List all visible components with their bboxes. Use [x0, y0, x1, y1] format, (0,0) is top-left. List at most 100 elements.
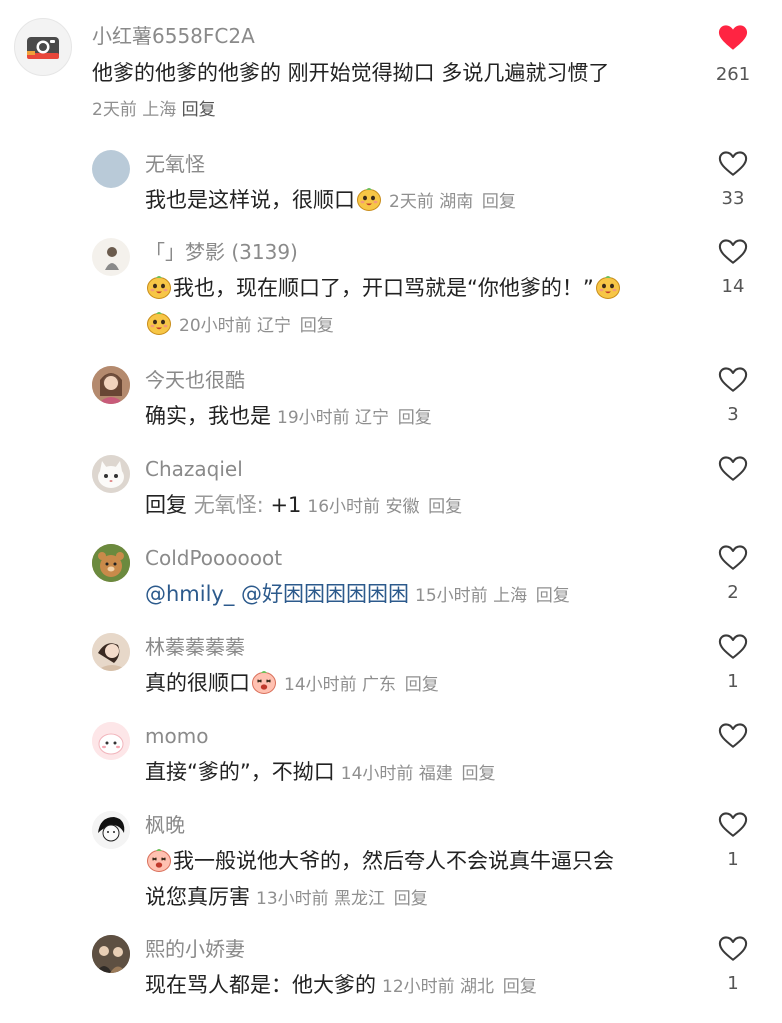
username[interactable]: momo	[145, 723, 208, 749]
reply-button[interactable]: 回复	[462, 764, 496, 784]
like-count: 1	[727, 849, 739, 870]
avatar[interactable]	[92, 150, 130, 188]
like-count: 261	[715, 64, 751, 85]
avatar[interactable]	[14, 18, 72, 76]
emoji-icon	[595, 274, 621, 300]
comment-text-content: 我也，现在顺口了，开口骂就是“你他爹的！”	[173, 276, 594, 300]
comment-text: 他爹的他爹的他爹的 刚开始觉得拗口 多说几遍就习惯了	[92, 61, 610, 85]
heart-icon[interactable]	[718, 24, 748, 51]
username[interactable]: ColdPoooooot	[145, 545, 282, 571]
like-count: 1	[727, 973, 739, 994]
emoji-icon	[146, 310, 172, 336]
list-item: momo 直接“爹的”，不拗口 14小时前 福建 回复	[0, 718, 782, 798]
comment-text: @hmily_ @好困困困困困困 15小时前 上海 回复	[145, 576, 685, 614]
username[interactable]: 无氧怪	[145, 151, 205, 177]
timestamp-location: 13小时前 黑龙江	[256, 889, 386, 909]
username[interactable]: 「」梦影 (3139)	[145, 239, 298, 265]
reply-button[interactable]: 回复	[482, 192, 516, 212]
avatar-figure-icon	[105, 247, 119, 270]
timestamp-location: 16小时前 安徽	[307, 497, 420, 517]
avatar[interactable]	[92, 544, 130, 582]
heart-icon[interactable]	[718, 633, 748, 660]
heart-icon[interactable]	[718, 238, 748, 265]
list-item: Chazaqiel 回复 无氧怪: +1 16小时前 安徽 回复	[0, 451, 782, 531]
avatar-portrait-icon	[92, 633, 130, 671]
avatar[interactable]	[92, 633, 130, 671]
avatar[interactable]	[92, 935, 130, 973]
username[interactable]: 熙的小娇妻	[145, 936, 245, 962]
like-count: 3	[727, 404, 739, 425]
timestamp-location: 2天前 湖南	[389, 192, 474, 212]
timestamp-location: 15小时前 上海	[415, 586, 528, 606]
reply-button[interactable]: 回复	[300, 316, 334, 336]
list-item: ColdPoooooot @hmily_ @好困困困困困困 15小时前 上海 回复…	[0, 540, 782, 620]
comment-text-content: +1	[270, 493, 302, 517]
list-item: 林蓁蓁蓁蓁 真的很顺口 14小时前 广东 回复 1	[0, 629, 782, 709]
heart-icon[interactable]	[718, 811, 748, 838]
sketch-avatar-icon	[92, 811, 130, 849]
reply-button[interactable]: 回复	[428, 497, 462, 517]
comment-meta: 2天前 上海 回复	[92, 97, 216, 123]
heart-icon[interactable]	[718, 722, 748, 749]
username[interactable]: 林蓁蓁蓁蓁	[145, 634, 245, 660]
comment-text: 真的很顺口 14小时前 广东 回复	[145, 665, 685, 703]
list-item: 「」梦影 (3139) 我也，现在顺口了，开口骂就是“你他爹的！” 20小时前 …	[0, 234, 782, 346]
username[interactable]: 今天也很酷	[145, 367, 245, 393]
comment-text-content: 直接“爹的”，不拗口	[145, 760, 335, 784]
comment-text-content: 确实，我也是	[145, 404, 271, 428]
like-count: 2	[727, 582, 739, 603]
reply-target[interactable]: 无氧怪:	[194, 493, 264, 517]
reply-button[interactable]: 回复	[182, 100, 216, 120]
heart-icon[interactable]	[718, 150, 748, 177]
timestamp-location: 19小时前 辽宁	[277, 408, 390, 428]
avatar[interactable]	[92, 455, 130, 493]
comment-text: 确实，我也是 19小时前 辽宁 回复	[145, 398, 685, 436]
like-count: 33	[721, 188, 745, 209]
heart-icon[interactable]	[718, 544, 748, 571]
cat-avatar-icon	[92, 455, 130, 493]
comment-text-content: 真的很顺口	[145, 671, 250, 695]
list-item: 枫晚 我一般说他大爷的，然后夸人不会说真牛逼只会 说您真厉害 13小时前 黑龙江 …	[0, 807, 782, 922]
emoji-icon	[251, 669, 277, 695]
reply-button[interactable]: 回复	[398, 408, 432, 428]
username[interactable]: Chazaqiel	[145, 456, 243, 482]
group-photo-avatar-icon	[92, 935, 130, 973]
emoji-icon	[146, 274, 172, 300]
comment-text: 现在骂人都是：他大爹的 12小时前 湖北 回复	[145, 967, 685, 1005]
comment-text: 我一般说他大爷的，然后夸人不会说真牛逼只会 说您真厉害 13小时前 黑龙江 回复	[145, 843, 705, 917]
comment-text: 回复 无氧怪: +1 16小时前 安徽 回复	[145, 487, 685, 525]
emoji-icon	[146, 847, 172, 873]
like-count: 14	[721, 276, 745, 297]
avatar[interactable]	[92, 722, 130, 760]
list-item: 熙的小娇妻 现在骂人都是：他大爹的 12小时前 湖北 回复 1	[0, 931, 782, 1011]
main-comment: 小红薯6558FC2A 他爹的他爹的他爹的 刚开始觉得拗口 多说几遍就习惯了 2…	[0, 0, 782, 132]
like-count: 1	[727, 671, 739, 692]
comment-text: 我也，现在顺口了，开口骂就是“你他爹的！” 20小时前 辽宁 回复	[145, 270, 705, 344]
comment-text-content: 现在骂人都是：他大爹的	[145, 973, 376, 997]
comment-text: 直接“爹的”，不拗口 14小时前 福建 回复	[145, 754, 685, 792]
list-item: 今天也很酷 确实，我也是 19小时前 辽宁 回复 3	[0, 362, 782, 442]
avatar[interactable]	[92, 238, 130, 276]
reply-prefix: 回复	[145, 493, 187, 517]
timestamp-location: 14小时前 福建	[340, 764, 453, 784]
reply-button[interactable]: 回复	[394, 889, 428, 909]
timestamp-location: 14小时前 广东	[284, 675, 397, 695]
comment-text-content: 我也是这样说，很顺口	[145, 188, 355, 212]
reply-button[interactable]: 回复	[536, 586, 570, 606]
heart-icon[interactable]	[718, 935, 748, 962]
username[interactable]: 小红薯6558FC2A	[92, 23, 255, 49]
username[interactable]: 枫晚	[145, 812, 185, 838]
mention-link[interactable]: @hmily_ @好困困困困困困	[145, 582, 409, 606]
avatar[interactable]	[92, 366, 130, 404]
avatar[interactable]	[92, 811, 130, 849]
comment-text-content: 我一般说他大爷的，然后夸人不会说真牛逼只会	[173, 849, 614, 873]
reply-button[interactable]: 回复	[503, 977, 537, 997]
timestamp-location: 12小时前 湖北	[382, 977, 495, 997]
pink-character-avatar-icon	[92, 722, 130, 760]
heart-icon[interactable]	[718, 366, 748, 393]
heart-icon[interactable]	[718, 455, 748, 482]
list-item: 无氧怪 我也是这样说，很顺口 2天前 湖南 回复 33	[0, 146, 782, 226]
reply-button[interactable]: 回复	[405, 675, 439, 695]
camera-icon	[27, 37, 59, 59]
avatar-portrait-icon	[92, 366, 130, 404]
